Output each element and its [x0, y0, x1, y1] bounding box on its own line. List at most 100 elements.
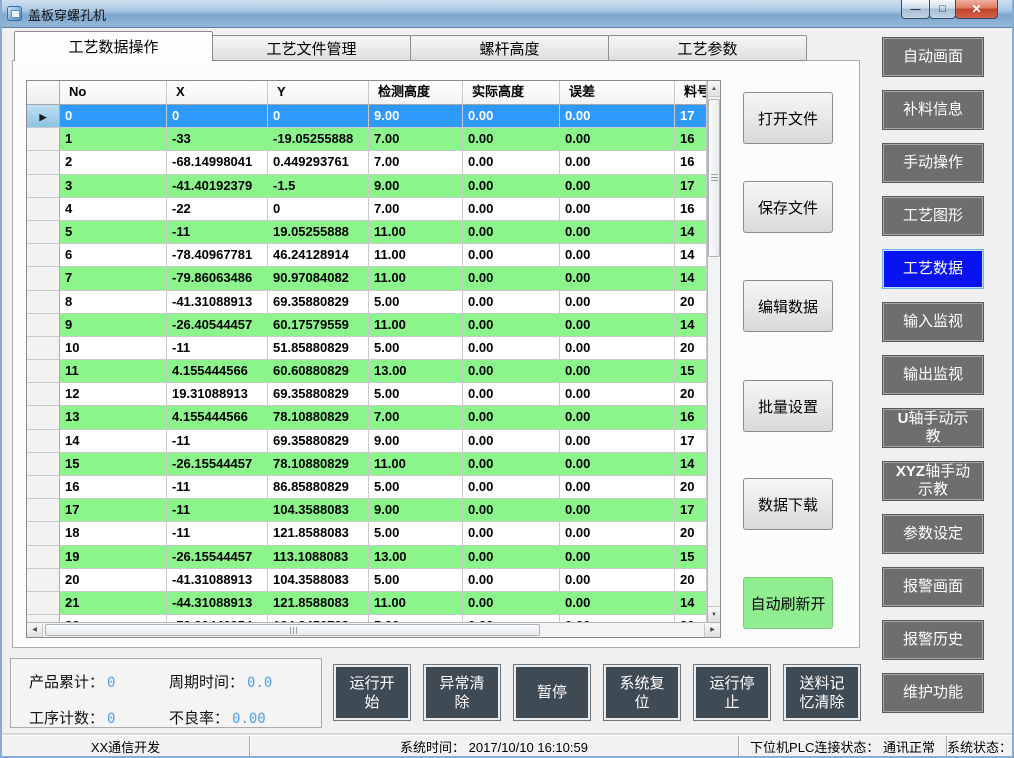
- cell-material-no[interactable]: 15: [675, 546, 707, 569]
- row-selector-cell[interactable]: ▶: [27, 592, 60, 615]
- row-selector-cell[interactable]: ▶: [27, 476, 60, 499]
- grid-header-cell[interactable]: Y: [268, 81, 369, 105]
- cell-y[interactable]: 46.24128914: [268, 244, 369, 267]
- cell-material-no[interactable]: 20: [675, 615, 707, 622]
- nav-output-monitor[interactable]: 输出监视: [882, 355, 984, 395]
- nav-process-data[interactable]: 工艺数据: [882, 249, 984, 289]
- vertical-scroll-thumb[interactable]: [708, 99, 720, 257]
- cell-material-no[interactable]: 14: [675, 592, 707, 615]
- error-clear-button[interactable]: 异常清 除: [423, 664, 501, 721]
- cell-detect-height[interactable]: 11.00: [369, 244, 463, 267]
- cell-detect-height[interactable]: 11.00: [369, 453, 463, 476]
- table-row[interactable]: ▶ 4 -22 0 7.00 0.00 0.00 16: [27, 198, 707, 221]
- cell-detect-height[interactable]: 7.00: [369, 406, 463, 429]
- cell-y[interactable]: 78.10880829: [268, 406, 369, 429]
- cell-x[interactable]: -11: [167, 430, 268, 453]
- cell-no[interactable]: 2: [60, 151, 167, 174]
- row-selector-cell[interactable]: ▶: [27, 360, 60, 383]
- cell-x[interactable]: -44.31088913: [167, 592, 268, 615]
- cell-error[interactable]: 0.00: [560, 221, 675, 244]
- grid-vertical-scrollbar[interactable]: ▲ ▼: [707, 81, 720, 622]
- cell-detect-height[interactable]: 11.00: [369, 267, 463, 290]
- run-start-button[interactable]: 运行开 始: [333, 664, 411, 721]
- cell-y[interactable]: -19.05255888: [268, 128, 369, 151]
- cell-material-no[interactable]: 14: [675, 221, 707, 244]
- cell-x[interactable]: 4.155444566: [167, 360, 268, 383]
- row-selector-cell[interactable]: ▶: [27, 499, 60, 522]
- nav-xyz-axis-teach[interactable]: XYZ轴手动 示教: [882, 461, 984, 501]
- cell-actual-height[interactable]: 0.00: [463, 175, 560, 198]
- cell-y[interactable]: 90.97084082: [268, 267, 369, 290]
- cell-actual-height[interactable]: 0.00: [463, 592, 560, 615]
- row-selector-header[interactable]: [27, 81, 60, 105]
- nav-alarm-history[interactable]: 报警历史: [882, 620, 984, 660]
- row-selector-cell[interactable]: ▶: [27, 337, 60, 360]
- minimize-button[interactable]: —: [901, 0, 930, 19]
- cell-detect-height[interactable]: 13.00: [369, 360, 463, 383]
- cell-detect-height[interactable]: 5.00: [369, 569, 463, 592]
- cell-x[interactable]: -11: [167, 499, 268, 522]
- cell-x[interactable]: -11: [167, 522, 268, 545]
- cell-y[interactable]: 0: [268, 198, 369, 221]
- cell-detect-height[interactable]: 9.00: [369, 430, 463, 453]
- cell-detect-height[interactable]: 9.00: [369, 175, 463, 198]
- cell-actual-height[interactable]: 0.00: [463, 430, 560, 453]
- cell-error[interactable]: 0.00: [560, 406, 675, 429]
- cell-x[interactable]: -22: [167, 198, 268, 221]
- cell-actual-height[interactable]: 0.00: [463, 499, 560, 522]
- open-file-button[interactable]: 打开文件: [743, 92, 833, 144]
- cell-actual-height[interactable]: 0.00: [463, 615, 560, 622]
- table-row[interactable]: ▶ 11 4.155444566 60.60880829 13.00 0.00 …: [27, 360, 707, 383]
- cell-error[interactable]: 0.00: [560, 453, 675, 476]
- cell-no[interactable]: 3: [60, 175, 167, 198]
- cell-actual-height[interactable]: 0.00: [463, 128, 560, 151]
- cell-error[interactable]: 0.00: [560, 291, 675, 314]
- row-selector-cell[interactable]: ▶: [27, 244, 60, 267]
- cell-no[interactable]: 7: [60, 267, 167, 290]
- table-row[interactable]: ▶ 12 19.31088913 69.35880829 5.00 0.00 0…: [27, 383, 707, 406]
- cell-detect-height[interactable]: 7.00: [369, 151, 463, 174]
- cell-no[interactable]: 10: [60, 337, 167, 360]
- cell-y[interactable]: 121.8588083: [268, 522, 369, 545]
- table-row[interactable]: ▶ 20 -41.31088913 104.3588083 5.00 0.00 …: [27, 569, 707, 592]
- cell-detect-height[interactable]: 5.00: [369, 383, 463, 406]
- cell-material-no[interactable]: 16: [675, 198, 707, 221]
- cell-error[interactable]: 0.00: [560, 383, 675, 406]
- table-row[interactable]: ▶ 13 4.155444566 78.10880829 7.00 0.00 0…: [27, 406, 707, 429]
- row-selector-cell[interactable]: ▶: [27, 128, 60, 151]
- auto-refresh-button[interactable]: 自动刷新开: [743, 577, 833, 629]
- cell-y[interactable]: -1.5: [268, 175, 369, 198]
- cell-no[interactable]: 22: [60, 615, 167, 622]
- cell-error[interactable]: 0.00: [560, 546, 675, 569]
- cell-no[interactable]: 11: [60, 360, 167, 383]
- cell-no[interactable]: 8: [60, 291, 167, 314]
- cell-no[interactable]: 14: [60, 430, 167, 453]
- cell-actual-height[interactable]: 0.00: [463, 221, 560, 244]
- cell-actual-height[interactable]: 0.00: [463, 522, 560, 545]
- row-selector-cell[interactable]: ▶: [27, 430, 60, 453]
- table-row[interactable]: ▶ 16 -11 86.85880829 5.00 0.00 0.00 20: [27, 476, 707, 499]
- cell-material-no[interactable]: 16: [675, 128, 707, 151]
- table-row[interactable]: ▶ 0 0 0 9.00 0.00 0.00 17: [27, 105, 707, 128]
- cell-y[interactable]: 86.85880829: [268, 476, 369, 499]
- cell-material-no[interactable]: 20: [675, 476, 707, 499]
- table-row[interactable]: ▶ 9 -26.40544457 60.17579559 11.00 0.00 …: [27, 314, 707, 337]
- cell-actual-height[interactable]: 0.00: [463, 198, 560, 221]
- cell-error[interactable]: 0.00: [560, 128, 675, 151]
- cell-detect-height[interactable]: 5.00: [369, 337, 463, 360]
- nav-refill-info[interactable]: 补料信息: [882, 90, 984, 130]
- cell-no[interactable]: 16: [60, 476, 167, 499]
- cell-no[interactable]: 4: [60, 198, 167, 221]
- table-row[interactable]: ▶ 15 -26.15544457 78.10880829 11.00 0.00…: [27, 453, 707, 476]
- scroll-right-button[interactable]: ▶: [704, 624, 720, 637]
- cell-x[interactable]: -26.40544457: [167, 314, 268, 337]
- nav-parameter-setting[interactable]: 参数设定: [882, 514, 984, 554]
- cell-detect-height[interactable]: 9.00: [369, 499, 463, 522]
- table-row[interactable]: ▶ 1 -33 -19.05255888 7.00 0.00 0.00 16: [27, 128, 707, 151]
- cell-material-no[interactable]: 20: [675, 337, 707, 360]
- cell-error[interactable]: 0.00: [560, 337, 675, 360]
- cell-actual-height[interactable]: 0.00: [463, 360, 560, 383]
- cell-detect-height[interactable]: 11.00: [369, 592, 463, 615]
- grid-header-cell[interactable]: 检测高度: [369, 81, 463, 105]
- cell-error[interactable]: 0.00: [560, 522, 675, 545]
